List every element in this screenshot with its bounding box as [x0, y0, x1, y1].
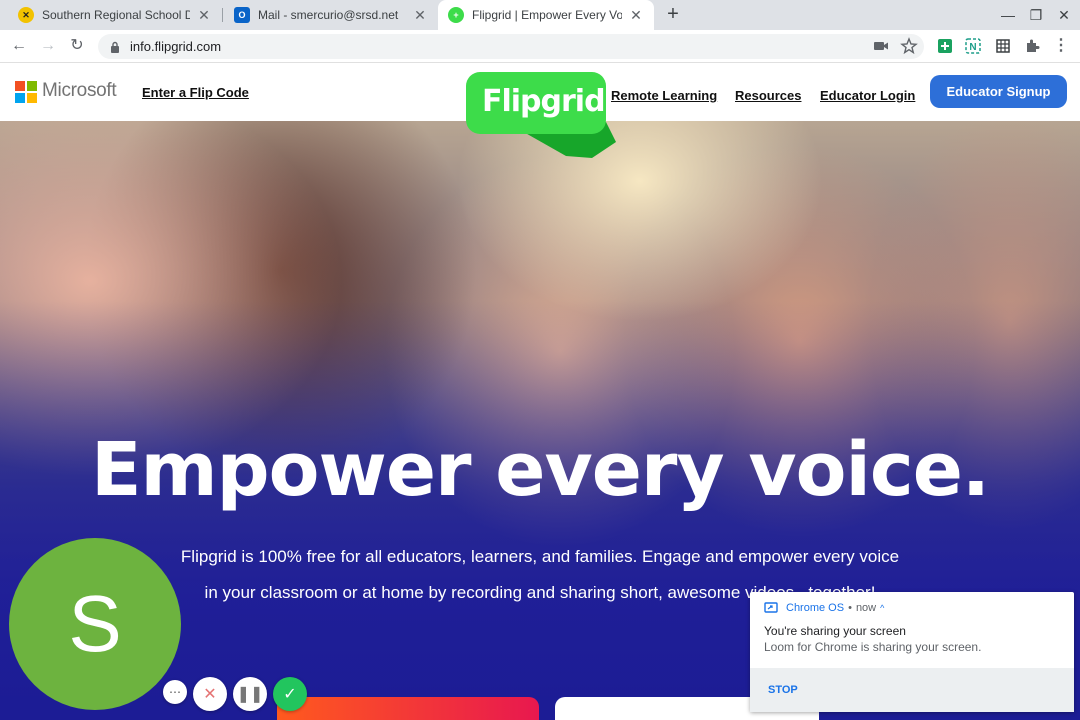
grid-icon[interactable]: [995, 38, 1011, 54]
reload-icon[interactable]: ↻: [66, 35, 88, 57]
separator-dot: •: [848, 602, 852, 614]
hero-title: Empower every voice.: [91, 427, 990, 513]
more-icon[interactable]: ⋯: [163, 680, 187, 704]
bookmark-star-icon[interactable]: [900, 37, 918, 55]
camera-icon[interactable]: [872, 37, 890, 55]
pause-icon[interactable]: ❚❚: [233, 677, 267, 711]
tab-title: Mail - smercurio@srsd.net: [258, 8, 399, 22]
tab-title: Southern Regional School District: [42, 8, 190, 22]
stop-sharing-button[interactable]: STOP: [768, 684, 798, 696]
primary-cta-button[interactable]: [277, 697, 539, 720]
done-icon[interactable]: ✓: [273, 677, 307, 711]
forward-icon[interactable]: →: [37, 35, 59, 57]
close-tab-icon[interactable]: ✕: [412, 7, 428, 24]
notification-header: Chrome OS • now ^: [764, 602, 884, 614]
browser-toolbar: ← → ↻ info.flipgrid.com N ⋮: [0, 30, 1080, 63]
extension-n-icon[interactable]: N: [965, 38, 981, 54]
close-tab-icon[interactable]: ✕: [628, 7, 644, 24]
extensions-puzzle-icon[interactable]: [1024, 38, 1040, 54]
close-window-icon[interactable]: ✕: [1052, 4, 1076, 26]
restore-icon[interactable]: ❐: [1024, 4, 1048, 26]
lock-icon: [111, 41, 119, 53]
tab-southern-regional[interactable]: ✕ Southern Regional School District ✕: [8, 0, 222, 30]
school-logo-icon: ✕: [18, 7, 34, 23]
url-text: info.flipgrid.com: [130, 39, 222, 54]
tab-title: Flipgrid | Empower Every Voice: [472, 8, 622, 22]
cancel-icon[interactable]: ✕: [193, 677, 227, 711]
nav-remote-learning[interactable]: Remote Learning: [611, 88, 717, 103]
microsoft-wordmark[interactable]: Microsoft: [42, 80, 117, 102]
flipgrid-icon: +: [448, 7, 464, 23]
browser-menu-icon[interactable]: ⋮: [1050, 35, 1072, 57]
loom-camera-bubble[interactable]: S: [9, 538, 181, 710]
notification-time: now: [855, 602, 877, 614]
close-tab-icon[interactable]: ✕: [196, 7, 212, 24]
tab-divider: [222, 8, 223, 22]
educator-signup-button[interactable]: Educator Signup: [930, 75, 1067, 108]
nav-educator-login[interactable]: Educator Login: [820, 88, 915, 103]
notification-body: Loom for Chrome is sharing your screen.: [764, 640, 982, 654]
microsoft-logo-icon[interactable]: [15, 81, 37, 103]
notification-title: You're sharing your screen: [764, 624, 906, 638]
notification-source: Chrome OS: [786, 602, 845, 614]
new-tab-button[interactable]: +: [662, 4, 684, 26]
outlook-icon: O: [234, 7, 250, 23]
flipgrid-logo-text: Flipgrid: [482, 84, 606, 119]
minimize-icon[interactable]: —: [996, 4, 1020, 26]
screen-cast-icon: [764, 602, 778, 613]
tab-flipgrid[interactable]: + Flipgrid | Empower Every Voice ✕: [438, 0, 654, 30]
enter-flip-code-link[interactable]: Enter a Flip Code: [142, 85, 249, 100]
tab-mail[interactable]: O Mail - smercurio@srsd.net ✕: [224, 0, 438, 30]
collapse-chevron-icon[interactable]: ^: [880, 603, 884, 613]
screen-share-notification: Chrome OS • now ^ You're sharing your sc…: [750, 592, 1074, 712]
extension-plus-icon[interactable]: [937, 38, 953, 54]
notification-actions: [750, 668, 1074, 712]
address-bar[interactable]: info.flipgrid.com: [98, 34, 924, 59]
nav-resources[interactable]: Resources: [735, 88, 801, 103]
back-icon[interactable]: ←: [8, 35, 30, 57]
browser-tab-strip: ✕ Southern Regional School District ✕ O …: [0, 0, 1080, 30]
svg-text:N: N: [969, 42, 976, 53]
